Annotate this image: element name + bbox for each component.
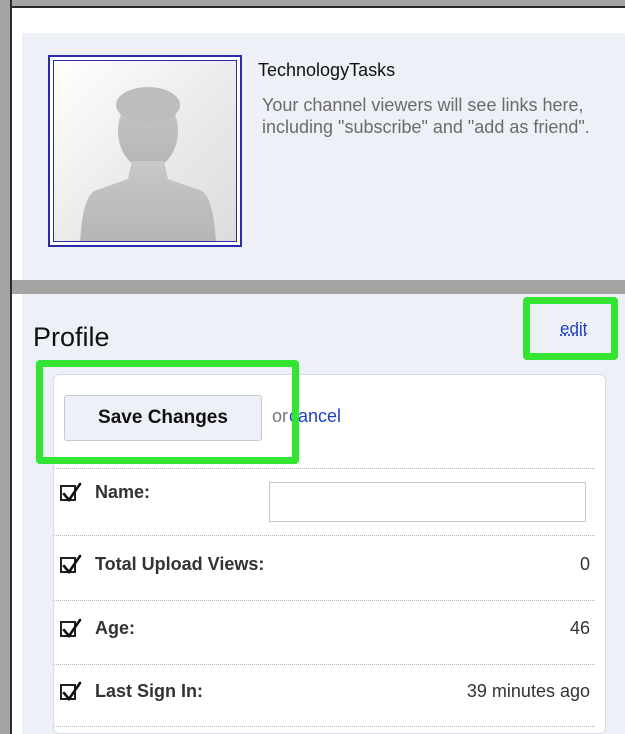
avatar[interactable] [48,55,242,247]
checkmark-icon [62,618,82,639]
field-row-age: Age: 46 [60,618,590,646]
channel-description: Your channel viewers will see links here… [262,95,590,137]
age-value: 46 [569,618,590,638]
upload-views-label: Total Upload Views: [95,554,265,574]
row-divider [54,600,595,601]
upload-views-checkbox[interactable] [60,554,82,575]
last-sign-in-label: Last Sign In: [95,681,203,701]
row-divider [54,535,595,536]
name-checkbox[interactable] [60,482,82,503]
name-field[interactable] [269,482,586,522]
last-sign-in-checkbox[interactable] [60,681,82,702]
upload-views-value: 0 [579,554,590,574]
profile-title: Profile [33,322,110,352]
outer-border-left [0,0,12,734]
screenshot-frame: TechnologyTasks Your channel viewers wil… [0,0,625,734]
age-checkbox[interactable] [60,618,82,639]
section-divider [12,280,625,294]
save-highlight-box [36,360,299,464]
default-avatar-icon [53,60,237,242]
row-divider [54,664,595,665]
checkmark-icon [62,554,82,575]
name-label: Name: [95,482,151,502]
checkmark-icon [62,681,82,702]
last-sign-in-value: 39 minutes ago [466,681,590,701]
outer-border-top [0,0,625,8]
row-divider [54,726,595,727]
age-label: Age: [95,618,135,638]
field-row-upload-views: Total Upload Views: 0 [60,554,590,582]
checkmark-icon [62,482,82,503]
channel-name: TechnologyTasks [258,60,396,80]
edit-highlight-box [523,297,618,360]
row-divider [54,468,595,469]
field-row-last-sign-in: Last Sign In: 39 minutes ago [60,681,590,709]
